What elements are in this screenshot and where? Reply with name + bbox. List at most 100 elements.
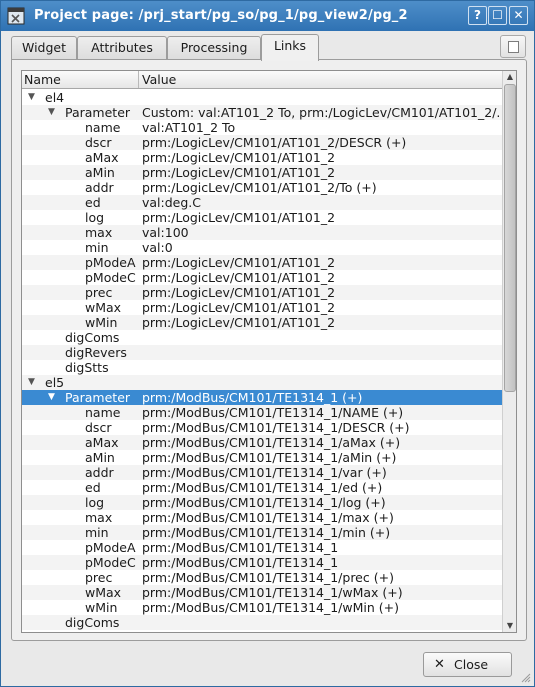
tab-attributes[interactable]: Attributes (77, 36, 167, 60)
page-icon (508, 41, 519, 53)
vertical-scrollbar[interactable]: ▲ ▼ (502, 71, 516, 632)
tree-row[interactable]: dscr prm:/LogicLev/CM101/AT101_2/DESCR (+… (22, 135, 502, 150)
tree-row[interactable]: max prm:/ModBus/CM101/TE1314_1/max (+) (22, 510, 502, 525)
window-close-button[interactable]: ✕ (509, 6, 528, 25)
tree-row[interactable]: digRevers (22, 345, 502, 360)
tree-row[interactable]: wMax prm:/LogicLev/CM101/AT101_2 (22, 300, 502, 315)
tree-row-value: val:AT101_2 To (142, 120, 236, 135)
tab-links[interactable]: Links (261, 34, 319, 61)
scrollbar-thumb[interactable] (504, 84, 516, 392)
tree-row-name: wMax (85, 300, 122, 315)
help-button[interactable]: ? (468, 6, 487, 25)
tree-row-name: aMax (85, 150, 119, 165)
tree-row-value: prm:/ModBus/CM101/TE1314_1 (142, 555, 339, 570)
tree-row[interactable]: name prm:/ModBus/CM101/TE1314_1/NAME (+) (22, 405, 502, 420)
expand-arrow-icon[interactable]: ▼ (28, 90, 38, 105)
tree-row-name: aMin (85, 450, 115, 465)
tree-row[interactable]: pModeA prm:/LogicLev/CM101/AT101_2 (22, 255, 502, 270)
tree-row-name: log (85, 210, 105, 225)
tree-row[interactable]: ed val:deg.C (22, 195, 502, 210)
tree-row-value: prm:/ModBus/CM101/TE1314_1/log (+) (142, 495, 386, 510)
tree-row[interactable]: digComs (22, 330, 502, 345)
tree-row-name: name (85, 120, 121, 135)
window-title: Project page: /prj_start/pg_so/pg_1/pg_v… (34, 8, 408, 23)
tree-row[interactable]: digComs (22, 615, 502, 630)
tree-row[interactable]: ▼ el4 (22, 90, 502, 105)
tree-row-value: prm:/ModBus/CM101/TE1314_1/ed (+) (142, 480, 383, 495)
tab-bar: Widget Attributes Processing Links (11, 34, 491, 61)
tree-row[interactable]: wMin prm:/LogicLev/CM101/AT101_2 (22, 315, 502, 330)
tree-row[interactable]: aMin prm:/LogicLev/CM101/AT101_2 (22, 165, 502, 180)
tree-row-name: pModeA (85, 540, 136, 555)
tree-row-name: wMax (85, 585, 122, 600)
tree-row-value: prm:/ModBus/CM101/TE1314_1/wMin (+) (142, 600, 399, 615)
tree-row-name: pModeA (85, 255, 136, 270)
tree-row[interactable]: ▼ el5 (22, 375, 502, 390)
tree-row-name: digComs (65, 615, 120, 630)
tree-row[interactable]: addr prm:/ModBus/CM101/TE1314_1/var (+) (22, 465, 502, 480)
tree-row[interactable]: aMax prm:/ModBus/CM101/TE1314_1/aMax (+) (22, 435, 502, 450)
column-header-name[interactable]: Name (22, 71, 139, 88)
tree-row[interactable]: max val:100 (22, 225, 502, 240)
maximize-button[interactable]: ☐ (488, 6, 507, 25)
corner-page-button[interactable] (500, 35, 526, 58)
resize-grip-icon[interactable] (519, 671, 531, 683)
tab-processing[interactable]: Processing (167, 36, 261, 60)
tree-row-value: prm:/ModBus/CM101/TE1314_1/max (+) (142, 510, 394, 525)
tree-row[interactable]: min prm:/ModBus/CM101/TE1314_1/min (+) (22, 525, 502, 540)
tree-row-value: prm:/ModBus/CM101/TE1314_1 (+) (142, 390, 363, 405)
tree-row[interactable]: aMax prm:/LogicLev/CM101/AT101_2 (22, 150, 502, 165)
expand-arrow-icon[interactable]: ▼ (48, 105, 58, 120)
tree-row[interactable]: wMax prm:/ModBus/CM101/TE1314_1/wMax (+) (22, 585, 502, 600)
expand-arrow-icon[interactable]: ▼ (48, 390, 58, 405)
expand-arrow-icon[interactable]: ▼ (28, 375, 38, 390)
tree-row-value: prm:/LogicLev/CM101/AT101_2 (142, 255, 336, 270)
tree-row-name: wMin (85, 315, 118, 330)
tree-row[interactable]: log prm:/LogicLev/CM101/AT101_2 (22, 210, 502, 225)
tree-row[interactable]: min val:0 (22, 240, 502, 255)
tree-row[interactable]: prec prm:/ModBus/CM101/TE1314_1/prec (+) (22, 570, 502, 585)
close-button[interactable]: ✕ Close (423, 652, 512, 677)
tree-row-value: prm:/LogicLev/CM101/AT101_2 (142, 150, 336, 165)
tree-row-name: ed (85, 480, 101, 495)
tree-row[interactable]: addr prm:/LogicLev/CM101/AT101_2/To (+) (22, 180, 502, 195)
tree-row[interactable]: name val:AT101_2 To (22, 120, 502, 135)
tree-row-value: prm:/ModBus/CM101/TE1314_1/wMax (+) (142, 585, 403, 600)
scroll-down-arrow-icon[interactable]: ▼ (503, 620, 516, 632)
tree-row-value: prm:/ModBus/CM101/TE1314_1/aMin (+) (142, 450, 397, 465)
tree-row[interactable]: ▼ Parameter prm:/ModBus/CM101/TE1314_1 (+) (22, 390, 502, 405)
tree-row[interactable]: prec prm:/LogicLev/CM101/AT101_2 (22, 285, 502, 300)
tree-row[interactable]: digStts (22, 360, 502, 375)
tree-row[interactable]: digRevers (22, 630, 502, 632)
tree-row-name: max (85, 225, 113, 240)
tree-row[interactable]: wMin prm:/ModBus/CM101/TE1314_1/wMin (+) (22, 600, 502, 615)
tree-row-name: addr (85, 180, 114, 195)
tree-row-name: pModeC (85, 270, 136, 285)
tree-row[interactable]: pModeC prm:/ModBus/CM101/TE1314_1 (22, 555, 502, 570)
tree-row-value: val:100 (142, 225, 189, 240)
tree-row-value: prm:/LogicLev/CM101/AT101_2 (142, 210, 336, 225)
tree-row-name: name (85, 405, 121, 420)
scroll-up-arrow-icon[interactable]: ▲ (503, 71, 516, 83)
tree-row-value: prm:/ModBus/CM101/TE1314_1/NAME (+) (142, 405, 404, 420)
tab-widget[interactable]: Widget (11, 36, 77, 60)
tree-row[interactable]: ▼ Parameter Custom: val:AT101_2 To, prm:/L… (22, 105, 502, 120)
tree-row-name: prec (85, 285, 113, 300)
tree-row-value: prm:/ModBus/CM101/TE1314_1/var (+) (142, 465, 387, 480)
tree-row-name: aMin (85, 165, 115, 180)
title-bar[interactable]: Project page: /prj_start/pg_so/pg_1/pg_v… (1, 1, 534, 31)
tree-row[interactable]: pModeC prm:/LogicLev/CM101/AT101_2 (22, 270, 502, 285)
tree-row-value: prm:/LogicLev/CM101/AT101_2/To (+) (142, 180, 377, 195)
tree-row-value: prm:/ModBus/CM101/TE1314_1 (142, 540, 339, 555)
column-header-value[interactable]: Value (140, 71, 502, 88)
tree-row[interactable]: log prm:/ModBus/CM101/TE1314_1/log (+) (22, 495, 502, 510)
tree-row[interactable]: dscr prm:/ModBus/CM101/TE1314_1/DESCR (+) (22, 420, 502, 435)
tree-row[interactable]: pModeA prm:/ModBus/CM101/TE1314_1 (22, 540, 502, 555)
links-tree[interactable]: Name Value ▼ el4 ▼ Parameter Custom: val:AT1… (21, 70, 517, 633)
tree-row-name: dscr (85, 420, 112, 435)
tree-row-value: prm:/ModBus/CM101/TE1314_1/DESCR (+) (142, 420, 410, 435)
tree-row-name: el4 (45, 90, 65, 105)
tree-row[interactable]: aMin prm:/ModBus/CM101/TE1314_1/aMin (+) (22, 450, 502, 465)
tree-row[interactable]: ed prm:/ModBus/CM101/TE1314_1/ed (+) (22, 480, 502, 495)
tree-row-name: digComs (65, 330, 120, 345)
